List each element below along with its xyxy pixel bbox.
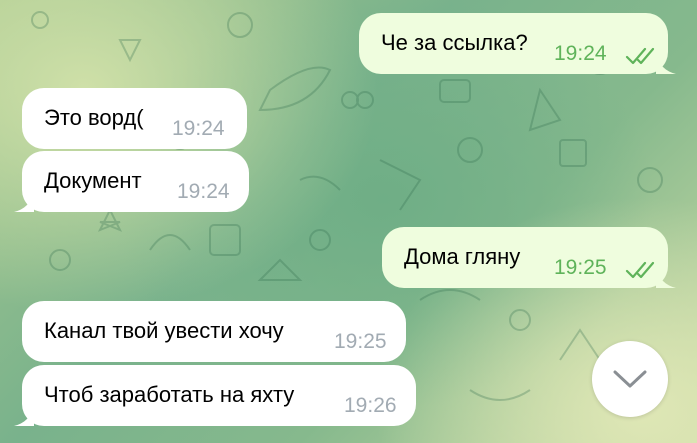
double-check-icon	[625, 261, 655, 279]
message-text: Документ	[44, 168, 142, 193]
message-time: 19:25	[334, 330, 387, 353]
message-time: 19:24	[172, 117, 225, 140]
scroll-to-bottom-button[interactable]	[592, 341, 668, 417]
message-bubble-outgoing[interactable]: Че за ссылка? 19:24	[359, 13, 676, 74]
message-text: Че за ссылка?	[381, 30, 528, 55]
message-text: Это ворд(	[44, 105, 144, 130]
message-text: Дома гляну	[404, 244, 521, 269]
bubble-tail	[14, 406, 34, 426]
message-bubble-incoming[interactable]: Чтоб заработать на яхту 19:26	[14, 365, 416, 426]
bubble-tail	[656, 54, 676, 74]
message-bubble-outgoing[interactable]: Дома гляну 19:25	[382, 227, 676, 288]
message-text: Чтоб заработать на яхту	[44, 382, 295, 407]
message-time: 19:24	[177, 180, 230, 203]
message-bubble-incoming[interactable]: Это ворд( 19:24	[22, 88, 247, 149]
message-bubble-incoming[interactable]: Канал твой увести хочу 19:25	[22, 301, 406, 362]
chevron-down-icon	[613, 370, 647, 388]
bubble-tail	[656, 268, 676, 288]
bubble-tail	[14, 192, 34, 212]
message-text: Канал твой увести хочу	[44, 318, 284, 343]
message-time: 19:26	[344, 394, 397, 417]
message-time: 19:24	[554, 42, 607, 65]
message-time: 19:25	[554, 256, 607, 279]
double-check-icon	[625, 47, 655, 65]
message-bubble-incoming[interactable]: Документ 19:24	[14, 151, 249, 212]
